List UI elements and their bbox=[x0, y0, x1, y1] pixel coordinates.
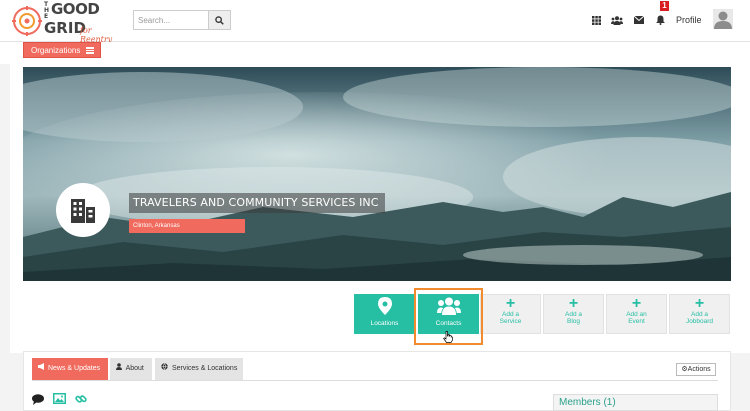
add-jobboard-line1: Add a bbox=[691, 311, 708, 318]
add-blog-line1: Add a bbox=[565, 311, 582, 318]
add-service-button[interactable]: + Add a Service bbox=[480, 294, 541, 334]
organizations-dropdown-button[interactable]: Organizations bbox=[23, 42, 101, 58]
add-blog-line2: Blog bbox=[566, 318, 580, 325]
add-event-button[interactable]: + Add an Event bbox=[606, 294, 667, 334]
tab-about[interactable]: About bbox=[110, 358, 152, 380]
comment-icon[interactable] bbox=[32, 394, 44, 405]
apps-grid-icon[interactable] bbox=[590, 14, 602, 26]
plus-icon: + bbox=[694, 295, 705, 312]
search-box bbox=[133, 10, 231, 30]
bell-icon[interactable] bbox=[654, 14, 666, 26]
logo-text-good: THE GOOD bbox=[44, 0, 100, 20]
search-button[interactable] bbox=[208, 11, 230, 29]
organizations-bar: Organizations bbox=[0, 42, 750, 64]
building-icon bbox=[71, 199, 95, 223]
actions-label: Actions bbox=[687, 366, 711, 373]
photo-icon[interactable] bbox=[53, 393, 66, 404]
add-jobboard-button[interactable]: + Add a Jobboard bbox=[669, 294, 730, 334]
tab-news-label: News & Updates bbox=[47, 365, 101, 372]
bullhorn-icon bbox=[38, 358, 46, 380]
tab-services-label: Services & Locations bbox=[171, 365, 238, 372]
notification-badge: 1 bbox=[660, 1, 669, 11]
locations-button[interactable]: Locations bbox=[354, 294, 415, 334]
tab-divider bbox=[32, 380, 718, 381]
locations-label: Locations bbox=[370, 320, 399, 327]
good-grid-logo[interactable]: THE GOOD GRID for Reentry bbox=[8, 0, 126, 44]
plus-icon: + bbox=[631, 295, 642, 312]
tab-about-label: About bbox=[125, 365, 144, 372]
top-navbar: THEGOOD GRID for Reentry 1 Pr bbox=[0, 0, 750, 44]
tab-services-locations[interactable]: Services & Locations bbox=[155, 358, 243, 380]
add-jobboard-line2: Jobboard bbox=[685, 318, 714, 325]
link-icon[interactable] bbox=[75, 393, 87, 405]
logo-mark-icon bbox=[12, 6, 42, 36]
search-icon bbox=[215, 15, 224, 25]
members-panel-header: Members (1) bbox=[553, 394, 718, 411]
search-input[interactable] bbox=[134, 11, 210, 29]
organizations-label: Organizations bbox=[31, 46, 81, 55]
user-icon bbox=[116, 358, 124, 380]
actions-button[interactable]: ⚙Actions bbox=[676, 363, 716, 376]
users-icon[interactable] bbox=[610, 14, 624, 26]
organization-name: TRAVELERS AND COMMUNITY SERVICES INC bbox=[129, 193, 385, 213]
add-service-line1: Add a bbox=[502, 311, 519, 318]
add-event-line1: Add an bbox=[626, 311, 647, 318]
envelope-icon[interactable] bbox=[633, 14, 645, 26]
organization-location: Clinton, Arkansas bbox=[129, 219, 245, 233]
organization-avatar bbox=[56, 183, 110, 237]
user-avatar-icon[interactable] bbox=[713, 9, 733, 29]
cover-image bbox=[23, 67, 731, 281]
hamburger-icon bbox=[86, 47, 94, 54]
plus-icon: + bbox=[505, 295, 516, 312]
profile-link[interactable]: Profile bbox=[676, 15, 702, 25]
add-service-line2: Service bbox=[499, 318, 522, 325]
globe-icon bbox=[161, 358, 170, 380]
add-blog-button[interactable]: + Add a Blog bbox=[543, 294, 604, 334]
tab-news-updates[interactable]: News & Updates bbox=[32, 358, 108, 380]
map-pin-icon bbox=[377, 297, 392, 315]
plus-icon: + bbox=[568, 295, 579, 312]
add-event-line2: Event bbox=[628, 318, 645, 325]
hand-cursor-icon bbox=[443, 331, 453, 343]
